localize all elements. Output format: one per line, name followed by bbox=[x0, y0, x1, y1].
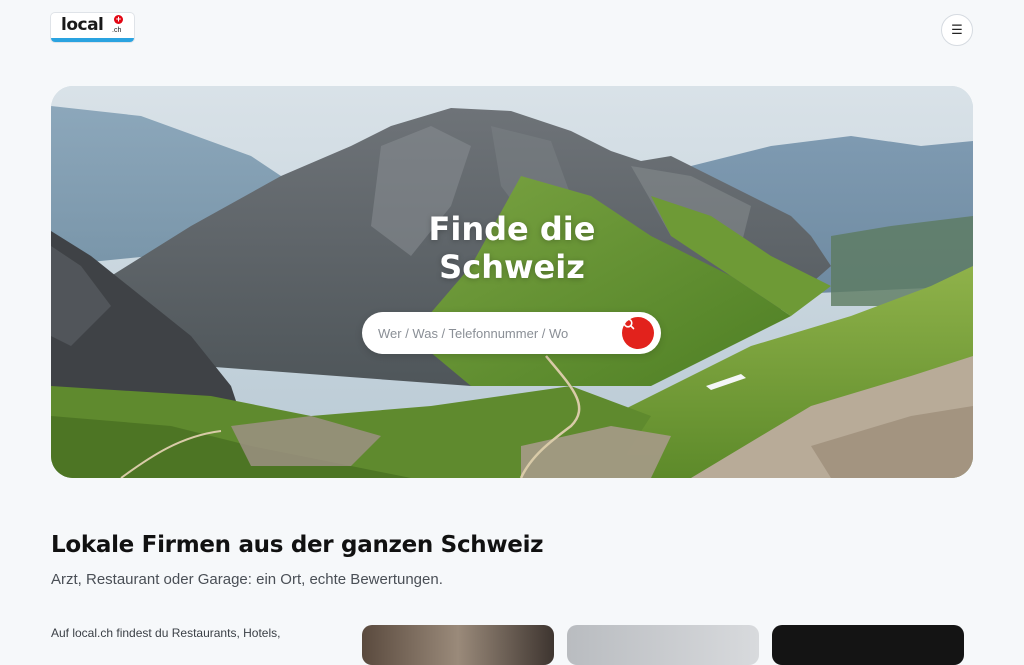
category-card-image[interactable] bbox=[362, 625, 554, 665]
section-subtitle: Arzt, Restaurant oder Garage: ein Ort, e… bbox=[51, 571, 443, 588]
section-title: Lokale Firmen aus der ganzen Schweiz bbox=[51, 532, 544, 558]
logo-text: local bbox=[61, 15, 104, 35]
search-input[interactable] bbox=[378, 312, 614, 354]
menu-icon: ☰ bbox=[951, 22, 963, 37]
category-card-image[interactable] bbox=[567, 625, 759, 665]
hero-title: Finde die Schweiz bbox=[51, 210, 973, 286]
hero-title-line1: Finde die bbox=[428, 210, 596, 248]
category-card-image[interactable] bbox=[772, 625, 964, 665]
swiss-cross-icon: + bbox=[114, 14, 123, 24]
hero-title-line2: Schweiz bbox=[439, 248, 585, 286]
logo-underline bbox=[51, 38, 134, 42]
search-bar bbox=[362, 312, 661, 354]
search-icon bbox=[623, 318, 635, 330]
hero-banner: Finde die Schweiz bbox=[51, 86, 973, 478]
search-button[interactable] bbox=[622, 317, 654, 349]
logo-suffix: .ch bbox=[112, 27, 122, 34]
logo[interactable]: local + .ch bbox=[51, 13, 134, 42]
menu-button[interactable]: ☰ bbox=[941, 14, 973, 46]
intro-text: Auf local.ch findest du Restaurants, Hot… bbox=[51, 626, 281, 640]
